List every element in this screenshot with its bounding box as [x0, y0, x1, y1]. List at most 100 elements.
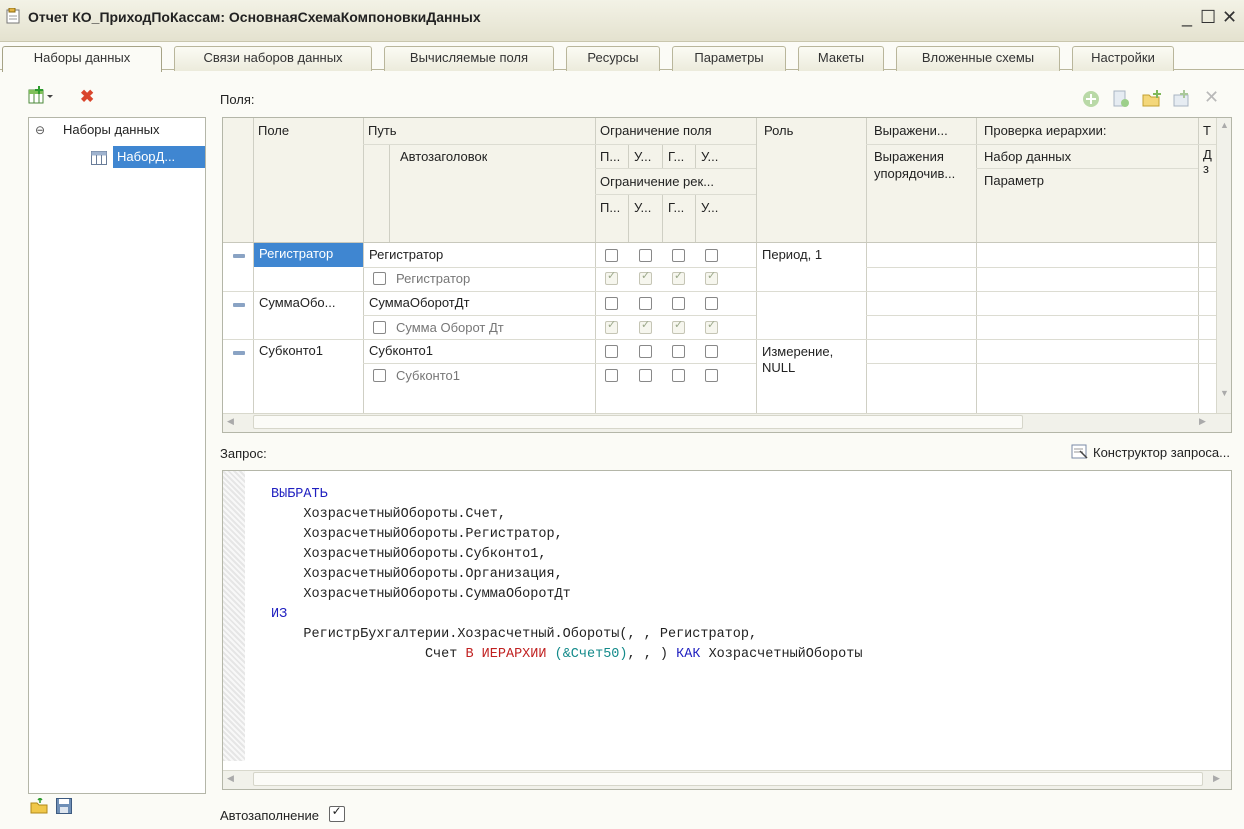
add-circle-icon[interactable]	[1082, 90, 1100, 111]
restriction-checkbox[interactable]	[605, 345, 618, 358]
tree-root-label[interactable]: Наборы данных	[63, 122, 160, 137]
req-restriction-checkbox[interactable]	[639, 269, 652, 285]
scroll-left-icon[interactable]: ◀	[227, 416, 234, 427]
query-hscrollbar[interactable]: ◀ ▶	[223, 770, 1231, 789]
req-restriction-checkbox[interactable]	[705, 369, 718, 382]
req-restriction-checkbox[interactable]	[605, 318, 618, 334]
header-extra-2[interactable]: Д з	[1201, 144, 1215, 176]
scroll-up-icon[interactable]: ▲	[1220, 120, 1229, 130]
tab-calculated-fields[interactable]: Вычисляемые поля	[384, 46, 554, 71]
autotitle-checkbox[interactable]	[373, 272, 386, 285]
header-field-restriction[interactable]: Ограничение поля	[595, 120, 712, 142]
restriction-checkbox[interactable]	[639, 297, 652, 310]
header-extra[interactable]: Т	[1201, 120, 1215, 142]
restriction-checkbox[interactable]	[705, 345, 718, 358]
tree-dataset-item[interactable]: НаборД...	[113, 146, 205, 168]
autotitle-checkbox[interactable]	[373, 321, 386, 334]
autofill-checkbox[interactable]: ✓	[328, 804, 345, 822]
query-text[interactable]: ВЫБРАТЬ ХозрасчетныйОбороты.Счет, Хозрас…	[271, 485, 863, 665]
row-path-registrator[interactable]: Регистратор	[364, 244, 443, 266]
req-restriction-checkbox[interactable]	[672, 269, 685, 285]
req-restriction-checkbox[interactable]	[639, 318, 652, 334]
req-restriction-checkbox[interactable]	[605, 369, 618, 382]
header-req-sub-2[interactable]: У...	[629, 197, 651, 219]
header-expression[interactable]: Выражени...	[869, 120, 979, 142]
header-sub-3[interactable]: Г...	[663, 146, 684, 168]
header-autotitle[interactable]: Автозаголовок	[395, 146, 487, 168]
row-field-summa[interactable]: СуммаОбо...	[254, 292, 335, 314]
grid-hscrollbar[interactable]: ◀ ▶	[223, 413, 1231, 432]
req-restriction-checkbox[interactable]	[605, 269, 618, 285]
row-collapse-icon[interactable]	[233, 351, 245, 355]
header-req-sub-4[interactable]: У...	[696, 197, 718, 219]
row-collapse-icon[interactable]	[233, 303, 245, 307]
tab-resources[interactable]: Ресурсы	[566, 46, 660, 71]
req-restriction-checkbox[interactable]	[705, 269, 718, 285]
delete-field-icon[interactable]: ✕	[1204, 87, 1219, 108]
add-folder-icon[interactable]	[1142, 90, 1162, 111]
scroll-down-icon[interactable]: ▼	[1220, 388, 1229, 398]
header-sub-2[interactable]: У...	[629, 146, 651, 168]
insert-table-icon[interactable]	[1172, 90, 1192, 111]
req-restriction-checkbox[interactable]	[672, 369, 685, 382]
header-order-expression[interactable]: Выражения упорядочив...	[869, 146, 979, 182]
save-icon[interactable]	[56, 798, 72, 817]
row-collapse-icon[interactable]	[233, 254, 245, 258]
row-role-subkonto[interactable]: Измерение, NULL	[757, 344, 865, 376]
header-req-sub-1[interactable]: П...	[595, 197, 620, 219]
header-parameter[interactable]: Параметр	[979, 170, 1044, 192]
tab-parameters[interactable]: Параметры	[672, 46, 786, 71]
open-folder-icon[interactable]	[30, 796, 48, 817]
tab-layouts[interactable]: Макеты	[798, 46, 884, 71]
scroll-thumb[interactable]	[253, 415, 1023, 429]
autotitle-checkbox[interactable]	[373, 369, 386, 382]
row-title-summa[interactable]: Сумма Оборот Дт	[391, 317, 504, 339]
req-restriction-checkbox[interactable]	[672, 318, 685, 334]
restriction-checkbox[interactable]	[705, 249, 718, 262]
row-field-registrator[interactable]: Регистратор	[254, 243, 363, 267]
header-req-sub-3[interactable]: Г...	[663, 197, 684, 219]
query-constructor-button[interactable]: Конструктор запроса...	[1071, 444, 1230, 463]
tab-dataset-links[interactable]: Связи наборов данных	[174, 46, 372, 71]
row-title-subkonto[interactable]: Субконто1	[391, 365, 460, 387]
grid-vscrollbar[interactable]: ▲ ▼	[1216, 118, 1231, 414]
header-sub-4[interactable]: У...	[696, 146, 718, 168]
row-field-subkonto[interactable]: Субконто1	[254, 340, 323, 362]
row-path-summa[interactable]: СуммаОборотДт	[364, 292, 470, 314]
tab-nested-schemas[interactable]: Вложенные схемы	[896, 46, 1060, 71]
maximize-button[interactable]: ☐	[1200, 6, 1216, 28]
restriction-checkbox[interactable]	[672, 345, 685, 358]
row-title-registrator[interactable]: Регистратор	[391, 268, 470, 290]
tab-datasets[interactable]: Наборы данных	[2, 46, 162, 72]
scroll-thumb[interactable]	[253, 772, 1203, 786]
restriction-checkbox[interactable]	[672, 249, 685, 262]
header-role[interactable]: Роль	[759, 120, 793, 142]
delete-dataset-icon[interactable]: ✖	[80, 87, 94, 107]
header-dataset[interactable]: Набор данных	[979, 146, 1071, 168]
row-role-registrator[interactable]: Период, 1	[757, 244, 822, 266]
add-dataset-icon[interactable]	[28, 86, 58, 109]
header-hierarchy[interactable]: Проверка иерархии:	[979, 120, 1107, 142]
scroll-right-icon[interactable]: ▶	[1213, 773, 1220, 784]
scroll-left-icon[interactable]: ◀	[227, 773, 234, 784]
close-button[interactable]: ✕	[1222, 6, 1237, 28]
collapse-icon[interactable]: ⊖	[35, 123, 45, 137]
header-req-restriction[interactable]: Ограничение рек...	[595, 171, 714, 193]
query-editor[interactable]: ВЫБРАТЬ ХозрасчетныйОбороты.Счет, Хозрас…	[222, 470, 1232, 790]
req-restriction-checkbox[interactable]	[639, 369, 652, 382]
header-sub-1[interactable]: П...	[595, 146, 620, 168]
scroll-right-icon[interactable]: ▶	[1199, 416, 1206, 427]
restriction-checkbox[interactable]	[605, 249, 618, 262]
restriction-checkbox[interactable]	[672, 297, 685, 310]
restriction-checkbox[interactable]	[705, 297, 718, 310]
add-document-icon[interactable]	[1112, 90, 1130, 111]
restriction-checkbox[interactable]	[639, 249, 652, 262]
minimize-button[interactable]: _	[1182, 6, 1192, 28]
restriction-checkbox[interactable]	[639, 345, 652, 358]
header-field[interactable]: Поле	[253, 120, 289, 142]
row-path-subkonto[interactable]: Субконто1	[364, 340, 433, 362]
tab-settings[interactable]: Настройки	[1072, 46, 1174, 71]
restriction-checkbox[interactable]	[605, 297, 618, 310]
header-path[interactable]: Путь	[363, 120, 397, 142]
req-restriction-checkbox[interactable]	[705, 318, 718, 334]
